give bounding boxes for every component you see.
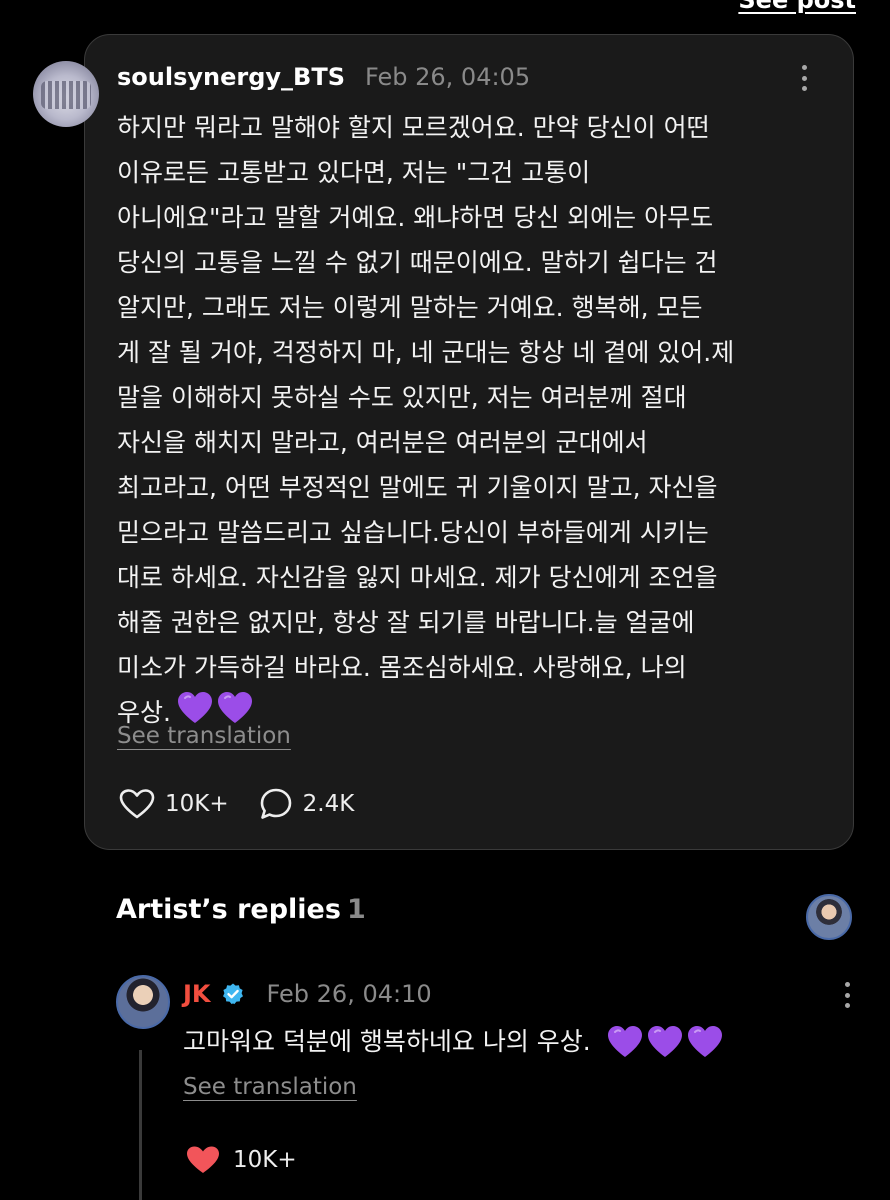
verified-badge-icon	[222, 983, 243, 1005]
post-body-line: 믿으라고 말씀드리고 싶습니다.당신이 부하들에게 시키는	[117, 518, 709, 547]
post-body-line: 알지만, 그래도 저는 이렇게 말하는 거예요. 행복해, 모든	[117, 293, 703, 322]
purple-heart-icon	[687, 1025, 723, 1059]
reply-emoji-group	[607, 1025, 723, 1059]
like-count: 10K+	[165, 791, 229, 817]
purple-heart-icon	[217, 691, 253, 725]
post-body-line: 해줄 권한은 없지만, 항상 잘 되기를 바랍니다.늘 얼굴에	[117, 608, 695, 637]
reply-body: 고마워요 덕분에 행복하네요 나의 우상.	[183, 1022, 723, 1062]
post-header: soulsynergy_BTS Feb 26, 04:05	[117, 61, 813, 93]
artist-avatar-small[interactable]	[806, 894, 852, 940]
artist-replies-heading: Artist’s replies 1	[116, 894, 366, 925]
post-body-line: 하지만 뭐라고 말해야 할지 모르겠어요. 만약 당신이 어떤	[117, 113, 710, 142]
comment-count: 2.4K	[302, 791, 355, 817]
reply-text: 고마워요 덕분에 행복하네요 나의 우상.	[183, 1027, 591, 1056]
post-card: soulsynergy_BTS Feb 26, 04:05 하지만 뭐라고 말해…	[33, 34, 854, 850]
post-username[interactable]: soulsynergy_BTS	[117, 63, 345, 91]
post-body-line: 자신을 해치지 말라고, 여러분은 여러분의 군대에서	[117, 428, 648, 457]
reply-more-options-icon[interactable]	[844, 982, 850, 1008]
post-body-line: 말을 이해하지 못하실 수도 있지만, 저는 여러분께 절대	[117, 383, 687, 412]
reply-thread-line	[139, 1050, 142, 1200]
purple-heart-icon	[607, 1025, 643, 1059]
see-post-link[interactable]: See post	[738, 0, 856, 14]
artist-replies-title: Artist’s replies	[116, 894, 341, 925]
post-body: 하지만 뭐라고 말해야 할지 모르겠어요. 만약 당신이 어떤 이유로든 고통받…	[117, 105, 832, 735]
reply-actions: 10K+	[185, 1144, 297, 1176]
liked-heart-icon[interactable]	[185, 1144, 221, 1176]
post-body-line: 대로 하세요. 자신감을 잃지 마세요. 제가 당신에게 조언을	[117, 563, 718, 592]
reply-like-count: 10K+	[233, 1147, 297, 1173]
like-heart-icon[interactable]	[119, 788, 155, 820]
comment-bubble-icon[interactable]	[259, 787, 293, 821]
reply-timestamp: Feb 26, 04:10	[266, 980, 432, 1008]
artist-replies-count: 1	[346, 894, 366, 925]
post-body-line: 미소가 가득하길 바라요. 몸조심하세요. 사랑해요, 나의	[117, 653, 687, 682]
artist-avatar[interactable]	[116, 975, 170, 1029]
post-body-line: 최고라고, 어떤 부정적인 말에도 귀 기울이지 말고, 자신을	[117, 473, 718, 502]
purple-heart-icon	[177, 691, 213, 725]
post-actions: 10K+ 2.4K	[119, 787, 374, 821]
purple-heart-icon	[647, 1025, 683, 1059]
user-avatar[interactable]	[33, 61, 99, 127]
reply-header: JK Feb 26, 04:10	[183, 978, 432, 1010]
post-body-line: 이유로든 고통받고 있다면, 저는 "그건 고통이	[117, 158, 591, 187]
see-translation-link[interactable]: See translation	[117, 723, 291, 749]
post-timestamp: Feb 26, 04:05	[365, 63, 531, 91]
post-body-line: 게 잘 될 거야, 걱정하지 마, 네 군대는 항상 네 곁에 있어.제	[117, 338, 735, 367]
artist-name[interactable]: JK	[183, 980, 211, 1008]
post-body-line: 당신의 고통을 느낄 수 없기 때문이에요. 말하기 쉽다는 건	[117, 248, 718, 277]
more-options-icon[interactable]	[801, 65, 807, 91]
post-emoji-group	[177, 691, 253, 725]
reply-see-translation-link[interactable]: See translation	[183, 1074, 357, 1100]
post-body-line: 아니에요"라고 말할 거예요. 왜냐하면 당신 외에는 아무도	[117, 203, 714, 232]
